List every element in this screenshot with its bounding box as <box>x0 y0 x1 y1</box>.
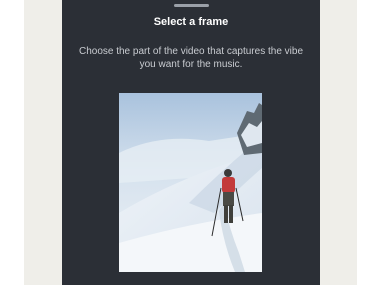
sheet-drag-handle[interactable] <box>174 4 209 7</box>
screen: Select a frame Choose the part of the vi… <box>0 0 380 285</box>
video-frame-preview[interactable] <box>119 93 262 272</box>
mountain-hiker-image <box>119 93 262 272</box>
sheet-title: Select a frame <box>153 16 229 28</box>
sheet-subtitle: Choose the part of the video that captur… <box>78 46 304 70</box>
